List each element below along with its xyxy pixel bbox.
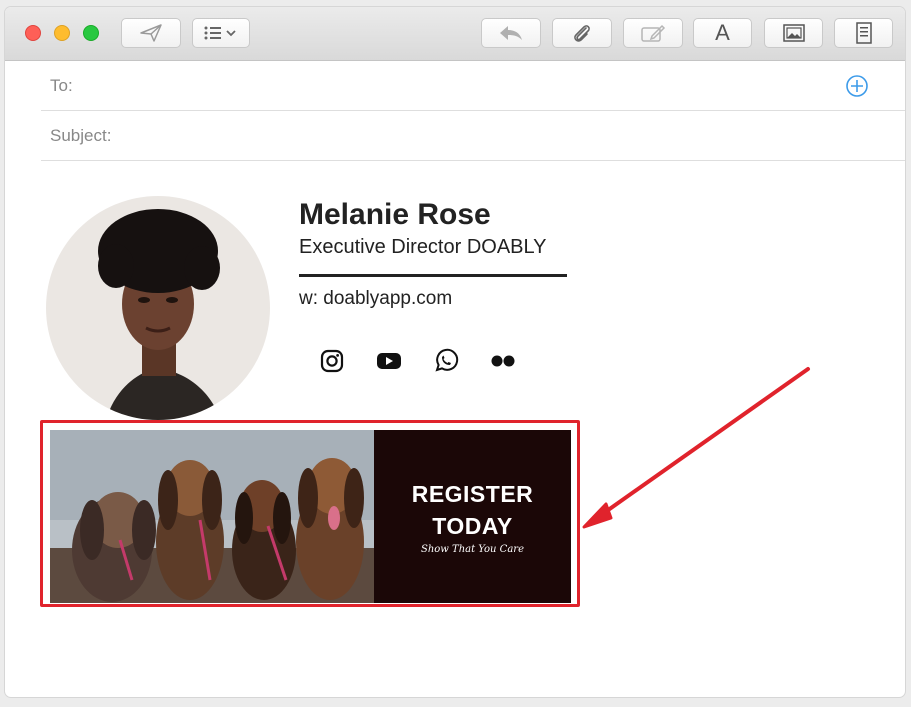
instagram-link[interactable]	[318, 347, 346, 375]
font-icon: A	[715, 20, 730, 45]
header-fields: To: Subject:	[41, 61, 905, 161]
register-banner[interactable]: REGISTER TODAY Show That You Care	[50, 430, 571, 603]
markup-icon	[641, 24, 666, 42]
list-format-button[interactable]	[192, 18, 250, 48]
flickr-icon	[491, 355, 515, 367]
send-icon	[140, 24, 162, 42]
subject-field[interactable]: Subject:	[41, 111, 905, 161]
paperclip-icon	[574, 25, 590, 42]
send-button[interactable]	[121, 18, 181, 48]
banner-headline-line2: TODAY	[432, 513, 513, 539]
mail-compose-window: A To: Subject: Melanie Rose Executive Di…	[5, 7, 905, 697]
avatar	[46, 196, 270, 420]
markup-button[interactable]	[623, 18, 683, 48]
template-icon	[855, 22, 872, 44]
attach-button[interactable]	[552, 18, 612, 48]
banner-tagline: Show That You Care	[420, 544, 524, 555]
banner-text-panel: REGISTER TODAY Show That You Care	[374, 430, 571, 603]
to-field[interactable]: To:	[41, 61, 905, 111]
list-format-icon	[204, 26, 236, 40]
banner-highlight-frame: REGISTER TODAY Show That You Care	[40, 420, 580, 607]
signature-website[interactable]: w: doablyapp.com	[299, 288, 452, 310]
signature-name: Melanie Rose	[299, 198, 491, 231]
minimize-window-button[interactable]	[54, 25, 70, 41]
puppies-photo	[50, 430, 374, 603]
close-window-button[interactable]	[25, 25, 41, 41]
arrow-annotation-icon	[582, 367, 810, 529]
to-label: To:	[50, 75, 73, 95]
signature-divider	[299, 274, 567, 277]
signature-title: Executive Director DOABLY	[299, 236, 547, 258]
subject-label: Subject:	[50, 125, 112, 145]
font-button[interactable]: A	[693, 18, 752, 48]
reply-button[interactable]	[481, 18, 541, 48]
photo-browser-button[interactable]	[764, 18, 823, 48]
photo-icon	[782, 24, 805, 42]
youtube-icon	[377, 353, 401, 369]
whatsapp-link[interactable]	[432, 347, 460, 375]
youtube-link[interactable]	[375, 347, 403, 375]
flickr-link[interactable]	[489, 347, 517, 375]
instagram-icon	[320, 349, 344, 373]
banner-headline-line1: REGISTER	[411, 481, 534, 507]
zoom-window-button[interactable]	[83, 25, 99, 41]
whatsapp-icon	[435, 348, 459, 372]
reply-icon	[500, 26, 522, 40]
plus-circle-icon[interactable]	[845, 74, 869, 98]
stationery-button[interactable]	[834, 18, 893, 48]
toolbar: A	[5, 7, 905, 61]
